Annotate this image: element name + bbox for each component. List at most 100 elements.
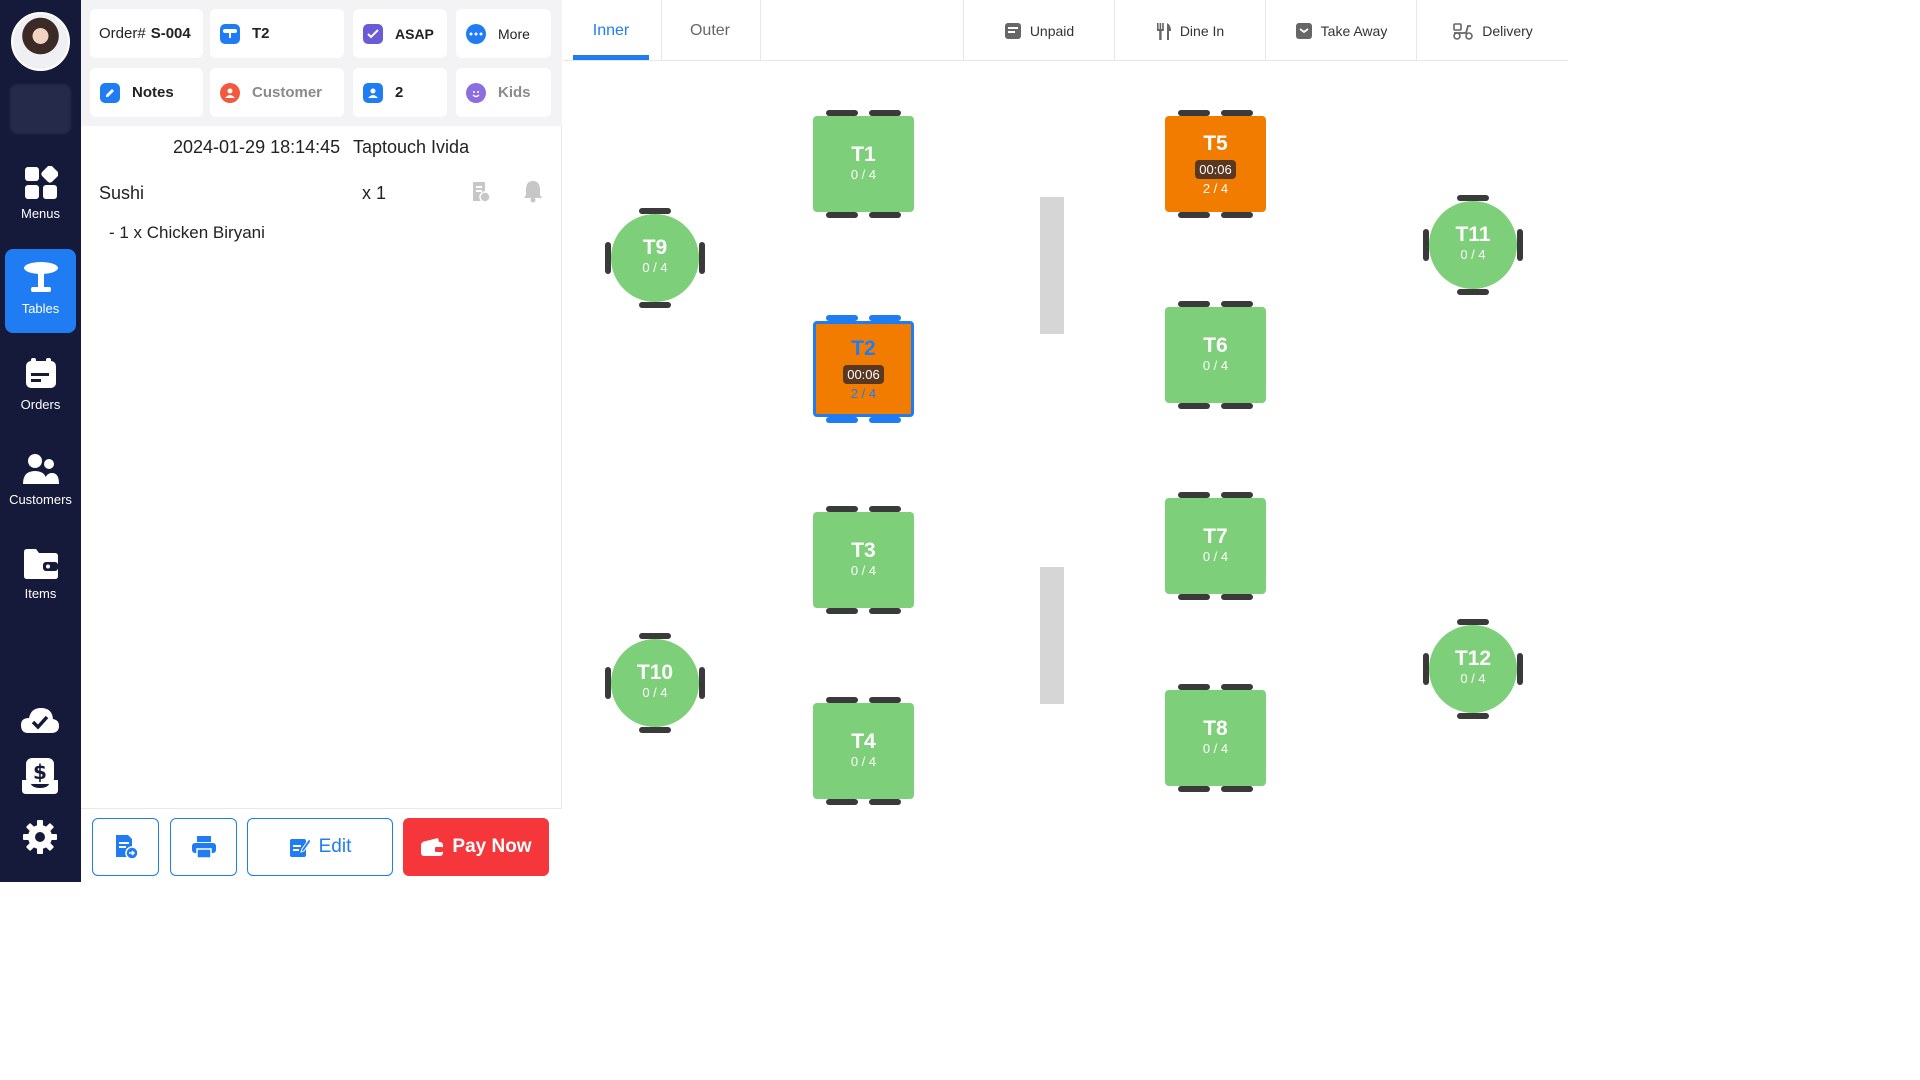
table-seats: 0 / 4 xyxy=(1460,247,1486,262)
tab-inner[interactable]: Inner xyxy=(573,0,649,61)
chair xyxy=(1457,713,1489,719)
filter-label: Take Away xyxy=(1320,22,1388,39)
table-name: T9 xyxy=(642,236,668,259)
notes-label: Notes xyxy=(132,84,174,101)
chair xyxy=(699,667,705,699)
tab-label: Inner xyxy=(592,21,630,39)
chair xyxy=(869,608,901,614)
guests-value: 2 xyxy=(395,84,404,101)
kitchen-receipt-icon[interactable] xyxy=(471,181,491,203)
table-seats: 0 / 4 xyxy=(1202,358,1229,373)
floor-tabs: Inner Outer Unpaid Dine In Take Away Del… xyxy=(563,0,1568,61)
more-dots-icon xyxy=(466,23,486,44)
nav-item-orders[interactable]: Orders xyxy=(5,345,76,429)
table-t8[interactable]: T8 0 / 4 xyxy=(1165,684,1266,792)
table-t10[interactable]: T10 0 / 4 xyxy=(605,633,705,733)
table-label-group: T11 0 / 4 xyxy=(1429,223,1517,262)
filter-take-away[interactable]: Take Away xyxy=(1266,0,1416,61)
table-label-group: T9 0 / 4 xyxy=(611,236,699,275)
notes-chip[interactable]: Notes xyxy=(90,68,203,117)
orders-icon xyxy=(25,358,56,388)
table-label-group: T10 0 / 4 xyxy=(611,661,699,700)
pay-now-button[interactable]: Pay Now xyxy=(403,818,549,876)
chair xyxy=(826,110,858,116)
user-avatar[interactable] xyxy=(11,12,70,71)
table-t6[interactable]: T6 0 / 4 xyxy=(1165,301,1266,409)
table-t1[interactable]: T1 0 / 4 xyxy=(813,110,914,218)
table-t12[interactable]: T12 0 / 4 xyxy=(1423,619,1523,719)
table-seats: 0 / 4 xyxy=(1202,549,1229,564)
table-label-group: T1 0 / 4 xyxy=(813,143,914,182)
chair xyxy=(826,697,858,703)
settings-icon[interactable] xyxy=(20,817,60,857)
chair xyxy=(1178,684,1210,690)
chair xyxy=(869,315,901,321)
chair xyxy=(826,417,858,423)
cash-drawer-icon[interactable]: $ xyxy=(20,756,60,796)
bill-share-icon xyxy=(115,835,139,860)
table-icon xyxy=(23,262,58,292)
kids-chip[interactable]: Kids xyxy=(456,68,551,117)
item-name: Sushi xyxy=(99,183,145,203)
chair xyxy=(869,212,901,218)
table-chip[interactable]: T2 xyxy=(210,9,344,58)
table-seats: 0 / 4 xyxy=(642,685,668,700)
chair xyxy=(869,697,901,703)
table-label-group: T7 0 / 4 xyxy=(1165,525,1266,564)
guest-icon xyxy=(363,82,383,103)
table-t2[interactable]: T2 00:06 2 / 4 xyxy=(813,315,914,423)
chair xyxy=(826,799,858,805)
timing-chip[interactable]: ASAP xyxy=(353,9,447,58)
nav-item-customers[interactable]: Customers xyxy=(5,440,76,524)
cutlery-icon xyxy=(1156,22,1171,40)
table-name: T6 xyxy=(1203,334,1228,357)
blurred-element xyxy=(10,84,71,134)
nav-item-items[interactable]: Items xyxy=(5,536,76,620)
chair xyxy=(869,110,901,116)
table-label-group: T12 0 / 4 xyxy=(1429,647,1517,686)
table-t3[interactable]: T3 0 / 4 xyxy=(813,506,914,614)
nav-item-menus[interactable]: Menus xyxy=(5,154,76,238)
filter-dine-in[interactable]: Dine In xyxy=(1115,0,1265,61)
nav-item-tables[interactable]: Tables xyxy=(5,249,76,333)
table-seats: 0 / 4 xyxy=(850,563,877,578)
filter-delivery[interactable]: Delivery xyxy=(1417,0,1568,61)
order-number-prefix: Order# xyxy=(99,25,146,42)
edit-button[interactable]: Edit xyxy=(247,818,393,876)
takeaway-box-icon xyxy=(1295,22,1312,39)
filter-label: Delivery xyxy=(1482,22,1533,39)
table-label-group: T6 0 / 4 xyxy=(1165,334,1266,373)
table-label-group: T8 0 / 4 xyxy=(1165,717,1266,756)
split-bill-button[interactable] xyxy=(92,818,159,876)
more-chip[interactable]: More xyxy=(456,9,551,58)
tab-outer[interactable]: Outer xyxy=(661,0,759,61)
cloud-sync-icon[interactable] xyxy=(20,700,60,740)
order-info-chips: Order# S-004 T2 ASAP More Notes Customer… xyxy=(81,0,562,126)
nav-label: Orders xyxy=(20,397,61,412)
table-name: T12 xyxy=(1454,647,1492,670)
print-button[interactable] xyxy=(170,818,237,876)
table-t4[interactable]: T4 0 / 4 xyxy=(813,697,914,805)
item-qty: x 1 xyxy=(362,183,387,203)
pos-app: Menus Tables Orders Customers Items $ Or… xyxy=(0,0,1568,882)
filter-unpaid[interactable]: Unpaid xyxy=(964,0,1114,61)
table-t11[interactable]: T11 0 / 4 xyxy=(1423,195,1523,295)
pay-now-label: Pay Now xyxy=(452,836,532,857)
table-t7[interactable]: T7 0 / 4 xyxy=(1165,492,1266,600)
chair xyxy=(1178,212,1210,218)
table-t9[interactable]: T9 0 / 4 xyxy=(605,208,705,308)
table-t5[interactable]: T5 00:06 2 / 4 xyxy=(1165,110,1266,218)
order-actions: Edit Pay Now xyxy=(81,808,562,882)
table-icon xyxy=(220,23,240,44)
guests-chip[interactable]: 2 xyxy=(353,68,447,117)
chair xyxy=(869,417,901,423)
chair xyxy=(1517,229,1523,261)
customer-chip[interactable]: Customer xyxy=(210,68,344,117)
table-value: T2 xyxy=(252,25,270,42)
nav-label: Customers xyxy=(9,492,72,507)
order-number-chip[interactable]: Order# S-004 xyxy=(90,9,203,58)
side-nav: Menus Tables Orders Customers Items $ xyxy=(0,0,81,882)
divider xyxy=(760,0,761,61)
bell-icon[interactable] xyxy=(523,179,543,203)
more-label: More xyxy=(498,25,530,42)
